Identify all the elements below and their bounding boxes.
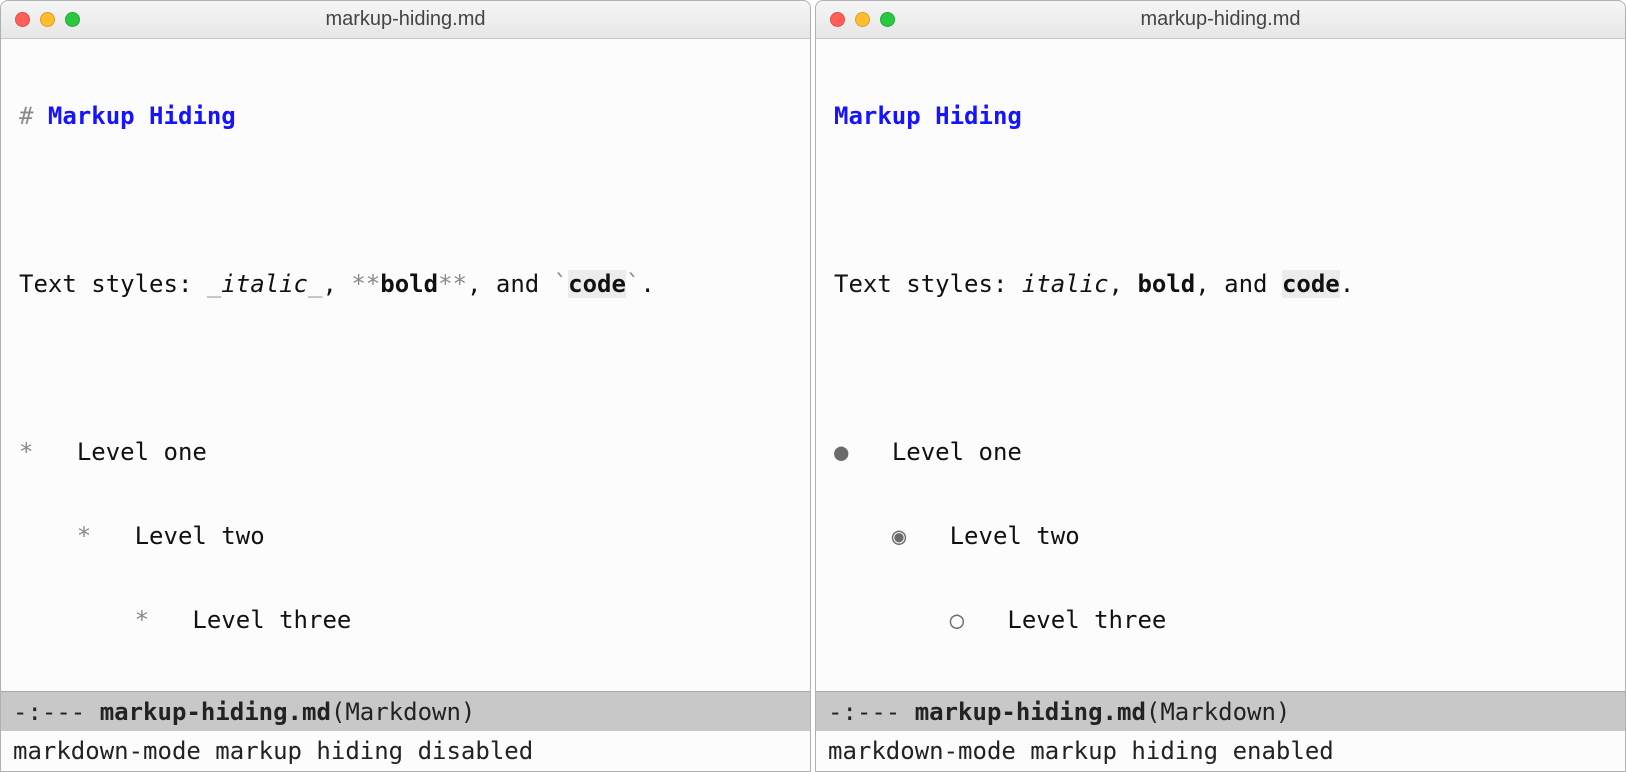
bullet-2: * [77, 522, 91, 550]
italic-open: _ [207, 270, 221, 298]
modeline-prefix: -:--- [13, 698, 100, 726]
bold-text: bold [1137, 270, 1195, 298]
heading-line: Markup Hiding [834, 95, 1607, 137]
level2-text: Level two [950, 522, 1080, 550]
window-right: markup-hiding.md Markup Hiding Text styl… [815, 0, 1626, 772]
sep2: , and [467, 270, 554, 298]
minimize-icon[interactable] [855, 12, 870, 27]
list-item-3: * Level three [19, 599, 792, 641]
level3-text: Level three [192, 606, 351, 634]
titlebar-left: markup-hiding.md [1, 1, 810, 39]
period: . [1340, 270, 1354, 298]
traffic-lights-left [1, 12, 80, 27]
period: . [640, 270, 654, 298]
list-item-2: * Level two [19, 515, 792, 557]
list-item-2: ◉ Level two [834, 515, 1607, 557]
bold-open: ** [351, 270, 380, 298]
zoom-icon[interactable] [65, 12, 80, 27]
editor-left[interactable]: # Markup Hiding Text styles: _italic_, *… [1, 39, 810, 691]
modeline-prefix: -:--- [828, 698, 915, 726]
modeline-right: -:--- markup-hiding.md (Markdown) [816, 691, 1625, 731]
styles-line: Text styles: italic, bold, and code. [834, 263, 1607, 305]
bold-text: bold [380, 270, 438, 298]
list-item-3: ○ Level three [834, 599, 1607, 641]
close-icon[interactable] [15, 12, 30, 27]
minibuffer-right: markdown-mode markup hiding enabled [816, 731, 1625, 771]
code-text: code [568, 270, 626, 298]
sep1: , [322, 270, 351, 298]
level2-text: Level two [135, 522, 265, 550]
modeline-filename: markup-hiding.md [100, 698, 331, 726]
level3-text: Level three [1007, 606, 1166, 634]
list-item-1: * Level one [19, 431, 792, 473]
titlebar-right: markup-hiding.md [816, 1, 1625, 39]
window-left: markup-hiding.md # Markup Hiding Text st… [0, 0, 811, 772]
tick-open: ` [554, 270, 568, 298]
window-title-right: markup-hiding.md [816, 8, 1625, 31]
modeline-mode: (Markdown) [1146, 698, 1291, 726]
bullet-3: * [135, 606, 149, 634]
bullet-1-icon: ● [834, 438, 848, 466]
bullet-2-icon: ◉ [892, 522, 906, 550]
level1-text: Level one [892, 438, 1022, 466]
code-text: code [1282, 270, 1340, 298]
heading-line: # Markup Hiding [19, 95, 792, 137]
traffic-lights-right [816, 12, 895, 27]
heading-marker: # [19, 102, 48, 130]
heading-text: Markup Hiding [834, 102, 1022, 130]
modeline-left: -:--- markup-hiding.md (Markdown) [1, 691, 810, 731]
level1-text: Level one [77, 438, 207, 466]
italic-close: _ [308, 270, 322, 298]
list-item-1: ● Level one [834, 431, 1607, 473]
modeline-mode: (Markdown) [331, 698, 476, 726]
zoom-icon[interactable] [880, 12, 895, 27]
bullet-1: * [19, 438, 33, 466]
sep2: , and [1195, 270, 1282, 298]
minibuffer-left: markdown-mode markup hiding disabled [1, 731, 810, 771]
editor-right[interactable]: Markup Hiding Text styles: italic, bold,… [816, 39, 1625, 691]
bullet-3-icon: ○ [950, 606, 964, 634]
italic-text: italic [1022, 270, 1109, 298]
close-icon[interactable] [830, 12, 845, 27]
minimize-icon[interactable] [40, 12, 55, 27]
heading-text: Markup Hiding [48, 102, 236, 130]
sep1: , [1109, 270, 1138, 298]
styles-prefix: Text styles: [19, 270, 207, 298]
list-item-4: * Level four [19, 683, 792, 691]
window-title-left: markup-hiding.md [1, 8, 810, 31]
styles-line: Text styles: _italic_, **bold**, and `co… [19, 263, 792, 305]
italic-text: italic [221, 270, 308, 298]
tick-close: ` [626, 270, 640, 298]
styles-prefix: Text styles: [834, 270, 1022, 298]
bold-close: ** [438, 270, 467, 298]
list-item-4: ◆ Level four [834, 683, 1607, 691]
modeline-filename: markup-hiding.md [915, 698, 1146, 726]
